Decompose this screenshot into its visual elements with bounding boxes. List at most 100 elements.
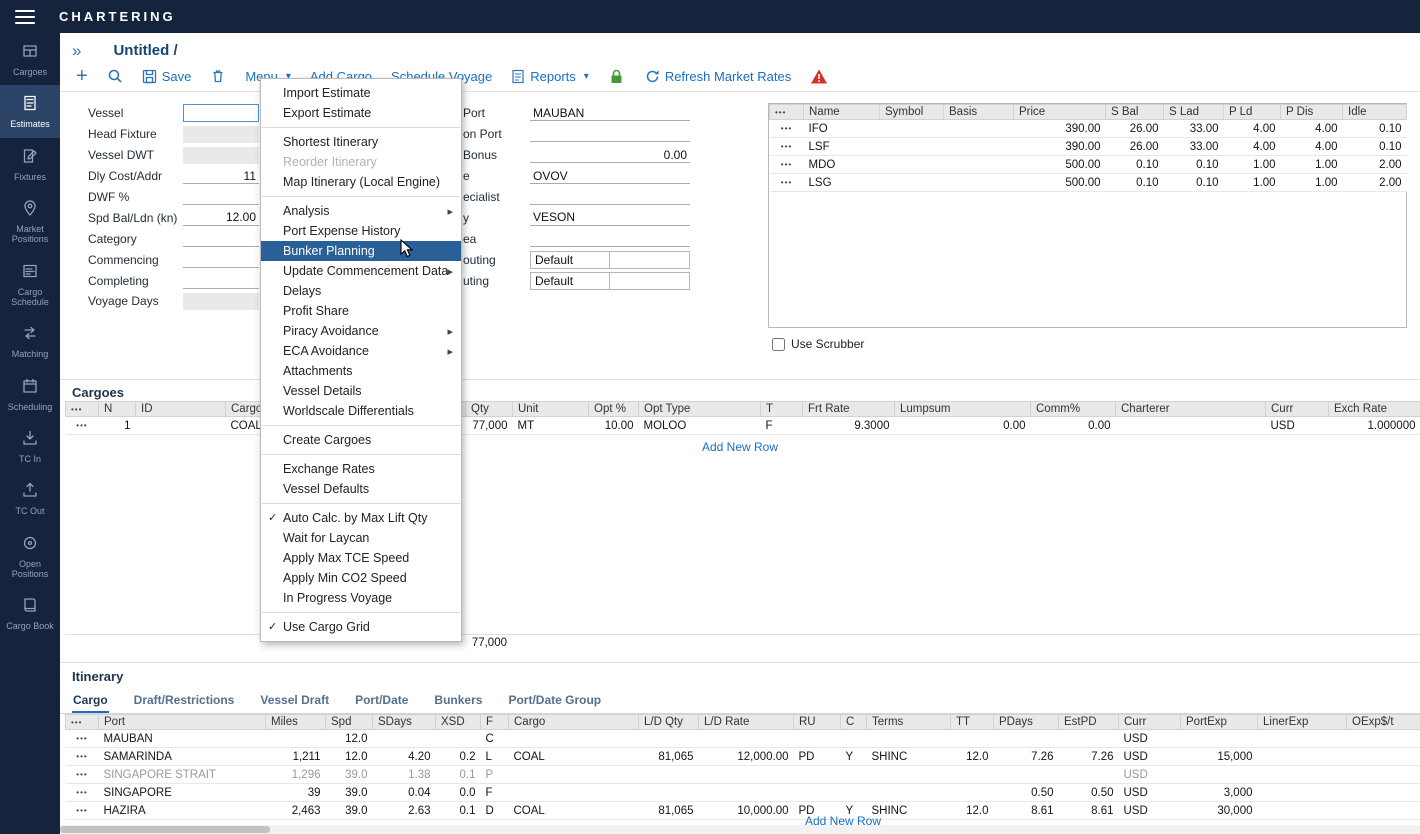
- p-dis-cell[interactable]: 1.00: [1281, 174, 1343, 192]
- port-cell[interactable]: SINGAPORE STRAIT: [99, 766, 266, 784]
- menu-item-piracy-avoidance[interactable]: Piracy Avoidance: [261, 321, 461, 341]
- s-bal-cell[interactable]: 26.00: [1106, 120, 1164, 138]
- xsd-cell[interactable]: 0.1: [436, 802, 481, 820]
- idle-cell[interactable]: 2.00: [1343, 156, 1407, 174]
- validation-warning-button[interactable]: [810, 68, 828, 85]
- exch-rate-cell[interactable]: 1.000000: [1329, 417, 1420, 435]
- s-bal-cell[interactable]: 0.10: [1106, 174, 1164, 192]
- spd-cell[interactable]: 39.0: [326, 766, 373, 784]
- portexp-cell[interactable]: [1181, 730, 1258, 748]
- sidebar-item-cargo-schedule[interactable]: Cargo Schedule: [0, 253, 60, 316]
- p-ld-cell[interactable]: 1.00: [1224, 156, 1281, 174]
- xsd-cell[interactable]: [436, 730, 481, 748]
- row-menu-button[interactable]: [66, 417, 99, 435]
- collapse-panel-icon[interactable]: »: [72, 42, 81, 59]
- price-cell[interactable]: 390.00: [1014, 138, 1106, 156]
- s-lad-cell[interactable]: 33.00: [1164, 120, 1224, 138]
- curr-cell[interactable]: USD: [1119, 784, 1181, 802]
- reports-button[interactable]: Reports: [511, 69, 589, 84]
- ld-qty-cell[interactable]: 81,065: [639, 802, 699, 820]
- idle-cell[interactable]: 0.10: [1343, 138, 1407, 156]
- tt-cell[interactable]: 12.0: [951, 748, 994, 766]
- c-cell[interactable]: [841, 766, 867, 784]
- oexp-cell[interactable]: [1347, 748, 1420, 766]
- basis-cell[interactable]: [944, 156, 1014, 174]
- p-ld-cell[interactable]: 4.00: [1224, 138, 1281, 156]
- menu-item-worldscale-differentials[interactable]: Worldscale Differentials: [261, 401, 461, 421]
- tab-port-date[interactable]: Port/Date: [354, 691, 409, 713]
- sidebar-item-tc-out[interactable]: TC Out: [0, 472, 60, 524]
- port-cell[interactable]: MAUBAN: [99, 730, 266, 748]
- curr-cell[interactable]: USD: [1119, 766, 1181, 784]
- basis-cell[interactable]: [944, 138, 1014, 156]
- ld-qty-cell[interactable]: [639, 784, 699, 802]
- pdays-cell[interactable]: 0.50: [994, 784, 1059, 802]
- menu-item-bunker-planning[interactable]: Bunker Planning: [261, 241, 461, 261]
- terms-cell[interactable]: [867, 784, 951, 802]
- xsd-cell[interactable]: 0.0: [436, 784, 481, 802]
- f-cell[interactable]: F: [481, 784, 509, 802]
- linerexp-cell[interactable]: [1258, 784, 1347, 802]
- t-cell[interactable]: F: [761, 417, 803, 435]
- sidebar-item-tc-in[interactable]: TC In: [0, 420, 60, 472]
- opt-type-cell[interactable]: MOLOO: [639, 417, 761, 435]
- ld-qty-cell[interactable]: 81,065: [639, 748, 699, 766]
- miles-cell[interactable]: 1,296: [266, 766, 326, 784]
- p-ld-cell[interactable]: 4.00: [1224, 120, 1281, 138]
- use-scrubber-checkbox[interactable]: [772, 338, 785, 351]
- curr-cell[interactable]: USD: [1266, 417, 1329, 435]
- oexp-cell[interactable]: [1347, 730, 1420, 748]
- ru-cell[interactable]: [794, 784, 841, 802]
- pdays-cell[interactable]: 7.26: [994, 748, 1059, 766]
- f-cell[interactable]: P: [481, 766, 509, 784]
- port-cell[interactable]: HAZIRA: [99, 802, 266, 820]
- ld-rate-cell[interactable]: 10,000.00: [699, 802, 794, 820]
- row-menu-button[interactable]: [770, 120, 804, 138]
- estpd-cell[interactable]: [1059, 766, 1119, 784]
- cargo-cell[interactable]: COAL: [509, 748, 639, 766]
- tab-vessel-draft[interactable]: Vessel Draft: [259, 691, 330, 713]
- row-menu-button[interactable]: [66, 784, 99, 802]
- menu-item-shortest-itinerary[interactable]: Shortest Itinerary: [261, 132, 461, 152]
- voyage-days-field[interactable]: [183, 293, 259, 310]
- row-menu-button[interactable]: [770, 156, 804, 174]
- sdays-cell[interactable]: 4.20: [373, 748, 436, 766]
- miles-cell[interactable]: 2,463: [266, 802, 326, 820]
- hamburger-menu-icon[interactable]: [15, 10, 35, 24]
- name-cell[interactable]: LSF: [804, 138, 880, 156]
- name-cell[interactable]: MDO: [804, 156, 880, 174]
- menu-item-delays[interactable]: Delays: [261, 281, 461, 301]
- ru-cell[interactable]: [794, 730, 841, 748]
- dly-cost-addr-field[interactable]: [183, 168, 259, 184]
- s-lad-cell[interactable]: 0.10: [1164, 156, 1224, 174]
- menu-item-import-estimate[interactable]: Import Estimate: [261, 83, 461, 103]
- terms-cell[interactable]: SHINC: [867, 748, 951, 766]
- pdays-cell[interactable]: 8.61: [994, 802, 1059, 820]
- s-lad-cell[interactable]: 0.10: [1164, 174, 1224, 192]
- menu-item-port-expense-history[interactable]: Port Expense History: [261, 221, 461, 241]
- menu-item-vessel-defaults[interactable]: Vessel Defaults: [261, 479, 461, 499]
- curr-cell[interactable]: USD: [1119, 748, 1181, 766]
- tab-bunkers[interactable]: Bunkers: [433, 691, 483, 713]
- menu-item-export-estimate[interactable]: Export Estimate: [261, 103, 461, 123]
- menu-item-vessel-details[interactable]: Vessel Details: [261, 381, 461, 401]
- new-estimate-button[interactable]: +: [76, 66, 88, 86]
- completing-field[interactable]: [183, 273, 259, 289]
- symbol-cell[interactable]: [880, 120, 944, 138]
- portexp-cell[interactable]: [1181, 766, 1258, 784]
- trade-area-field[interactable]: [530, 231, 690, 247]
- head-fixture-field[interactable]: [183, 126, 259, 143]
- tt-cell[interactable]: [951, 730, 994, 748]
- basis-cell[interactable]: [944, 174, 1014, 192]
- menu-item-wait-for-laycan[interactable]: Wait for Laycan: [261, 528, 461, 548]
- piracy-routing-select[interactable]: Default: [530, 272, 610, 290]
- menu-item-attachments[interactable]: Attachments: [261, 361, 461, 381]
- ld-rate-cell[interactable]: [699, 730, 794, 748]
- n-cell[interactable]: 1: [99, 417, 136, 435]
- tt-cell[interactable]: [951, 766, 994, 784]
- linerexp-cell[interactable]: [1258, 766, 1347, 784]
- save-button[interactable]: Save: [142, 69, 192, 84]
- port-cell[interactable]: SINGAPORE: [99, 784, 266, 802]
- menu-item-apply-min-co2-speed[interactable]: Apply Min CO2 Speed: [261, 568, 461, 588]
- sidebar-item-open-positions[interactable]: Open Positions: [0, 525, 60, 588]
